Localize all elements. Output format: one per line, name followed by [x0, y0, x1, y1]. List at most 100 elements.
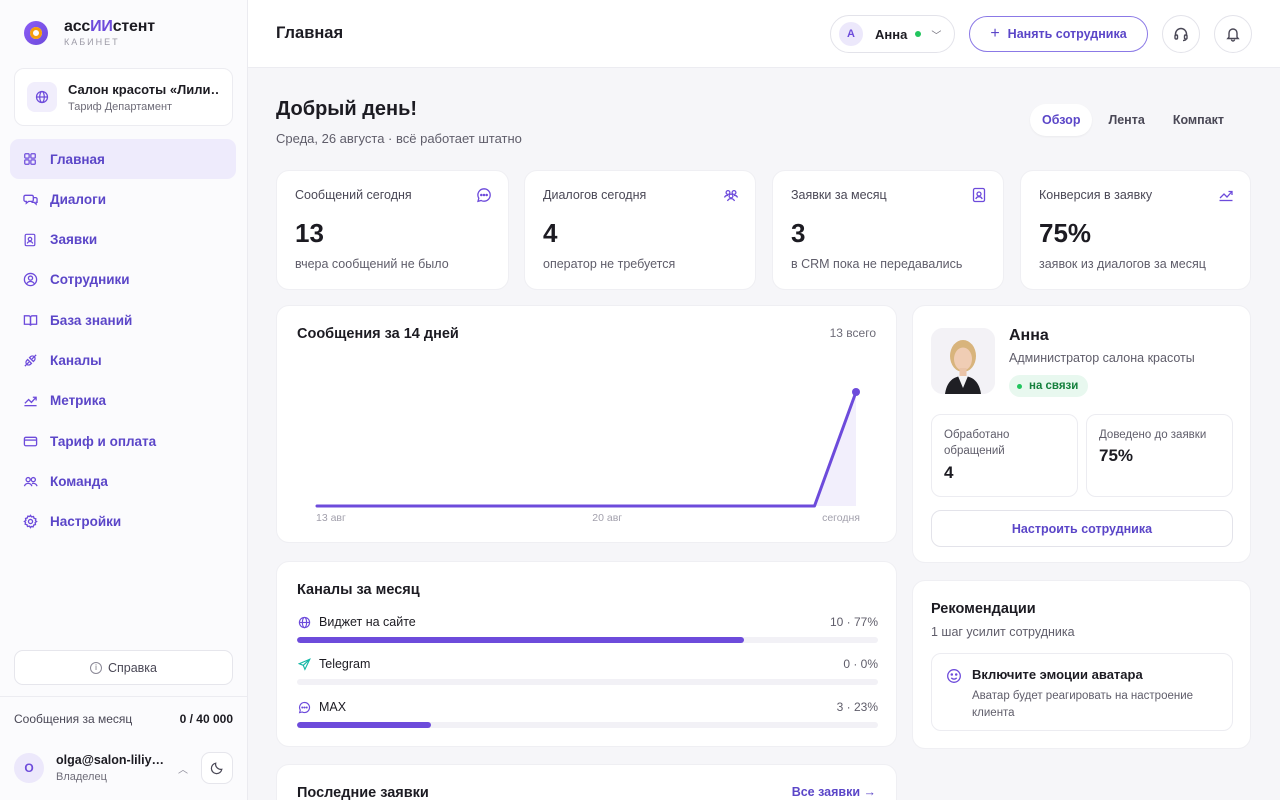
org-switcher[interactable]: Салон красоты «Лилия» Тариф Департамент: [14, 68, 233, 126]
sidebar-item-label: Метрика: [50, 393, 106, 409]
sidebar-item-settings[interactable]: Настройки: [10, 502, 236, 542]
stat-label: Конверсия в заявку: [1039, 188, 1153, 202]
gear-icon: [22, 514, 38, 530]
app-title: ассИИстент: [64, 18, 155, 35]
chart-x-tick-label: 20 авг: [592, 512, 622, 524]
recommendation-item[interactable]: Включите эмоции аватара Аватар будет реа…: [931, 653, 1233, 731]
stat-value: 75%: [1039, 218, 1092, 248]
channel-row[interactable]: Виджет на сайте 10 · 77%: [297, 615, 878, 643]
employee-switcher[interactable]: А Анна ﹀: [830, 15, 955, 53]
channel-name: Виджет на сайте: [319, 615, 416, 629]
sidebar-item-dialogs[interactable]: Диалоги: [10, 179, 236, 219]
greeting-title: Добрый день!: [276, 98, 418, 120]
chart-series-line: [315, 390, 858, 508]
lead-icon: [22, 232, 38, 248]
sidebar-item-channels[interactable]: Каналы: [10, 340, 236, 380]
chart-total: 13 всего: [829, 326, 876, 340]
stat-card-dialogs[interactable]: Диалогов сегодня 4 оператор не требуется: [524, 170, 756, 290]
help-icon: i: [89, 661, 102, 674]
configure-employee-button[interactable]: Настроить сотрудника: [931, 510, 1233, 547]
org-name: Салон красоты «Лилия»: [68, 81, 220, 97]
channel-progress-track: [297, 679, 878, 685]
sidebar-item-label: База знаний: [50, 312, 133, 328]
chart-point: [852, 388, 860, 396]
message-circle-icon: [297, 700, 311, 714]
last-leads-card: Последние заявки Все заявки →: [276, 764, 897, 800]
sidebar-item-metrics[interactable]: Метрика: [10, 381, 236, 421]
app-logo[interactable]: ассИИстент КАБИНЕТ: [24, 18, 155, 47]
globe-icon: [27, 82, 57, 112]
lead-icon: [972, 187, 986, 203]
support-button[interactable]: [1162, 15, 1200, 53]
channel-row[interactable]: Telegram 0 · 0%: [297, 657, 878, 685]
chart-x-tick-label: сегодня: [822, 512, 860, 524]
mini-stat-value: 75%: [1099, 446, 1134, 465]
sidebar-item-label: Заявки: [50, 232, 98, 248]
messages-line-chart: 13 авг 20 авг сегодня: [315, 388, 860, 524]
sidebar-nav: Главная Диалоги Заявки Сотрудники База з…: [10, 139, 236, 542]
sidebar-item-team[interactable]: Команда: [10, 461, 236, 501]
card-icon: [22, 433, 38, 449]
sidebar-item-home[interactable]: Главная: [10, 139, 236, 179]
mini-stat-label: Доведено до заявки: [1099, 429, 1207, 441]
stat-card-conversion[interactable]: Конверсия в заявку 75% заявок из диалого…: [1020, 170, 1251, 290]
channel-value: 0 · 0%: [843, 657, 878, 671]
tab-compact[interactable]: Компакт: [1161, 104, 1236, 136]
hire-employee-label: Нанять сотрудника: [1007, 27, 1127, 41]
sidebar-item-knowledge-base[interactable]: База знаний: [10, 300, 236, 340]
stat-card-messages[interactable]: Сообщений сегодня 13 вчера сообщений не …: [276, 170, 509, 290]
channel-value: 10 · 77%: [829, 615, 878, 629]
trend-icon: [1219, 190, 1233, 202]
stat-card-leads[interactable]: Заявки за месяц 3 в CRM пока не передава…: [772, 170, 1004, 290]
status-label: на связи: [1029, 380, 1079, 392]
sidebar-item-label: Настройки: [50, 514, 122, 530]
quota-value: 0 / 40 000: [179, 712, 233, 726]
sidebar-item-leads[interactable]: Заявки: [10, 220, 236, 260]
channel-progress-track: [297, 637, 878, 643]
user-menu[interactable]: O olga@salon-liliya.ru Владелец ︿: [14, 750, 233, 786]
channel-progress-fill: [297, 722, 431, 728]
employee-name: Анна: [875, 26, 908, 42]
notifications-button[interactable]: [1214, 15, 1252, 53]
grid-icon: [22, 151, 38, 167]
sidebar-item-label: Тариф и оплата: [50, 433, 157, 449]
plug-icon: [22, 352, 38, 368]
recommendations-title: Рекомендации: [931, 601, 1036, 617]
channels-card: Каналы за месяц Виджет на сайте 10 · 77%…: [276, 561, 897, 747]
last-leads-title: Последние заявки: [297, 785, 429, 800]
channel-name: Telegram: [319, 657, 371, 671]
sidebar-item-employees[interactable]: Сотрудники: [10, 260, 236, 300]
users-icon: [723, 189, 739, 202]
stat-note: оператор не требуется: [543, 257, 676, 271]
app-subtitle: КАБИНЕТ: [64, 37, 120, 47]
sidebar-item-label: Диалоги: [50, 191, 106, 207]
tab-overview[interactable]: Обзор: [1030, 104, 1093, 136]
channel-value: 3 · 23%: [836, 700, 878, 714]
sidebar-divider: [0, 696, 247, 697]
book-icon: [22, 312, 38, 328]
hire-employee-button[interactable]: + Нанять сотрудника: [969, 16, 1148, 52]
stat-note: в CRM пока не передавались: [791, 257, 963, 271]
all-leads-link[interactable]: Все заявки →: [792, 785, 876, 799]
sidebar-item-billing[interactable]: Тариф и оплата: [10, 421, 236, 461]
help-button[interactable]: i Справка: [14, 650, 233, 685]
sidebar-item-label: Команда: [50, 473, 108, 489]
team-icon: [22, 473, 38, 489]
theme-toggle-button[interactable]: [201, 752, 233, 784]
messages-chart-card: Сообщения за 14 дней 13 всего 13 авг 20 а…: [276, 305, 897, 543]
recommendations-subtitle: 1 шаг усилит сотрудника: [931, 625, 1075, 639]
employee-name: Анна: [1009, 327, 1049, 344]
mini-stat-value: 4: [944, 463, 954, 482]
stat-value: 4: [543, 218, 558, 248]
send-icon: [297, 657, 311, 671]
employee-photo: [931, 328, 995, 394]
status-badge: на связи: [1009, 375, 1089, 397]
plus-icon: +: [990, 25, 1000, 42]
channel-row[interactable]: MAX 3 · 23%: [297, 700, 878, 728]
tab-feed[interactable]: Лента: [1096, 104, 1156, 136]
globe-icon: [297, 615, 311, 629]
avatar: А: [839, 22, 863, 46]
sidebar: ассИИстент КАБИНЕТ Салон красоты «Лилия»…: [0, 0, 248, 800]
recommendation-title: Включите эмоции аватара: [972, 667, 1143, 682]
stat-value: 13: [295, 218, 324, 248]
